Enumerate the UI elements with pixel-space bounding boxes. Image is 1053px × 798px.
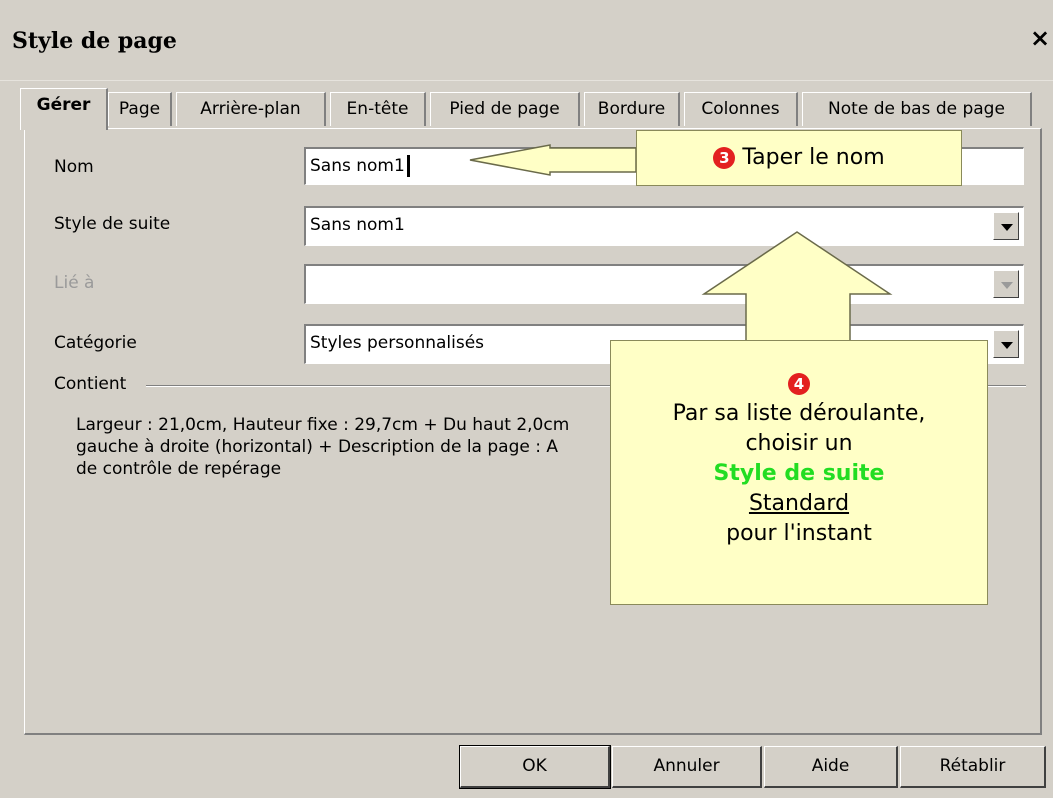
callout-text: Taper le nom	[742, 145, 885, 170]
callout-style-de-suite: 4 Par sa liste déroulante, choisir un St…	[610, 340, 988, 605]
callout-line: choisir un	[745, 431, 853, 456]
callout-taper-le-nom: 3 Taper le nom	[636, 130, 962, 186]
callout-line: Par sa liste déroulante,	[672, 401, 926, 426]
number-badge: 4	[788, 373, 810, 395]
callout-highlight: Style de suite	[713, 461, 885, 486]
callout-underlined: Standard	[748, 491, 850, 516]
callout-line: pour l'instant	[726, 521, 872, 546]
left-arrow-shape	[469, 144, 637, 176]
number-badge: 3	[713, 147, 736, 169]
up-arrow-shape	[701, 231, 893, 342]
tab-gerer[interactable]: Gérer	[20, 88, 108, 130]
